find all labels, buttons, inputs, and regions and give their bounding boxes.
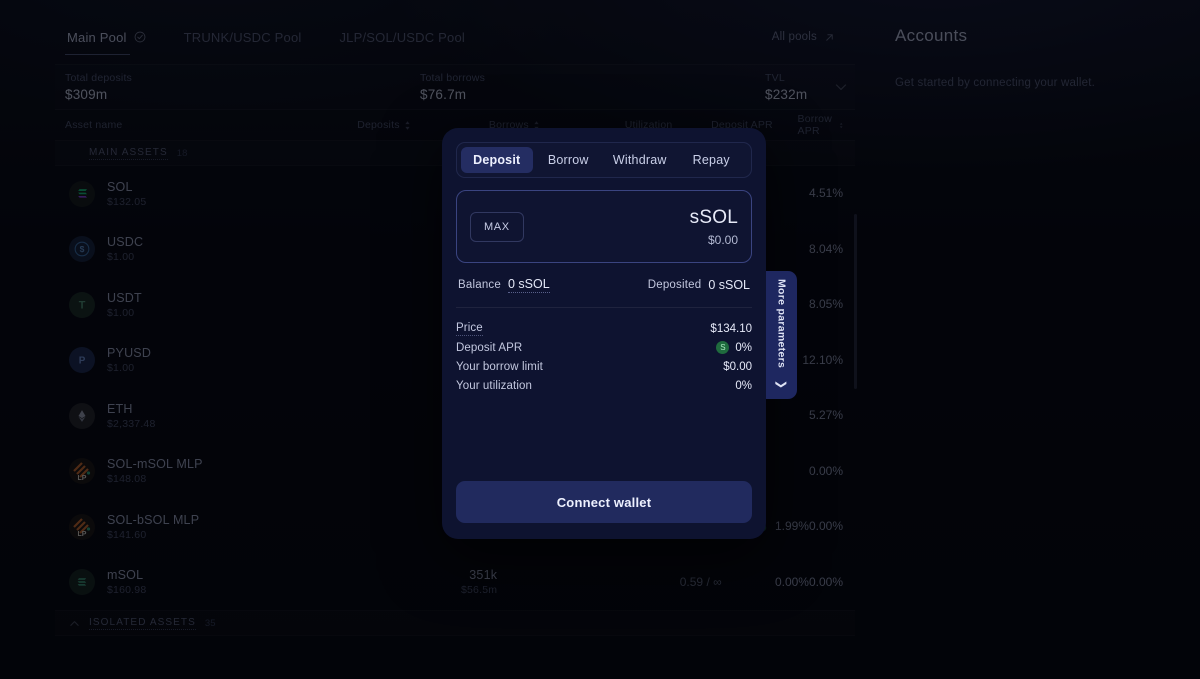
token-usd-value: $0.00: [690, 233, 738, 247]
detail-row-utilization: Your utilization 0%: [456, 378, 752, 393]
max-button[interactable]: MAX: [470, 212, 524, 242]
balance-value[interactable]: 0 sSOL: [508, 277, 550, 293]
detail-row-price: Price $134.10: [456, 321, 752, 336]
details-list: Price $134.10 Deposit APR S 0% Your borr…: [456, 321, 752, 393]
tab-repay[interactable]: Repay: [676, 147, 748, 173]
deposit-modal: Deposit Borrow Withdraw Repay MAX sSOL $…: [442, 128, 766, 539]
modal-action-tabs: Deposit Borrow Withdraw Repay: [456, 142, 752, 178]
chevron-right-icon: ❯: [775, 379, 788, 388]
tab-deposit[interactable]: Deposit: [461, 147, 533, 173]
amount-input-box[interactable]: MAX sSOL $0.00: [456, 190, 752, 263]
detail-row-borrow-limit: Your borrow limit $0.00: [456, 359, 752, 374]
more-parameters-label: More parameters: [776, 279, 788, 368]
token-symbol: sSOL: [690, 207, 738, 229]
detail-value: $134.10: [710, 323, 752, 335]
detail-value: 0%: [735, 342, 752, 354]
tab-borrow[interactable]: Borrow: [533, 147, 605, 173]
app-root: Main Pool TRUNK/USDC Pool JLP/SOL/USDC P…: [0, 0, 1200, 679]
modal-spacer: [456, 393, 752, 481]
connect-wallet-button[interactable]: Connect wallet: [456, 481, 752, 523]
deposited-label: Deposited: [648, 279, 702, 291]
balance-label: Balance: [458, 279, 501, 291]
detail-label: Your borrow limit: [456, 361, 543, 373]
balance-row: Balance 0 sSOL Deposited 0 sSOL: [456, 277, 752, 308]
detail-row-deposit-apr: Deposit APR S 0%: [456, 340, 752, 355]
more-parameters-tab[interactable]: More parameters ❯: [766, 271, 797, 399]
detail-value: 0%: [735, 380, 752, 392]
tab-withdraw[interactable]: Withdraw: [604, 147, 676, 173]
apr-reward-badge-icon: S: [716, 341, 729, 354]
deposited-value: 0 sSOL: [708, 278, 750, 293]
detail-value: $0.00: [723, 361, 752, 373]
detail-label: Deposit APR: [456, 342, 522, 354]
detail-label: Your utilization: [456, 380, 532, 392]
detail-label: Price: [456, 322, 483, 336]
